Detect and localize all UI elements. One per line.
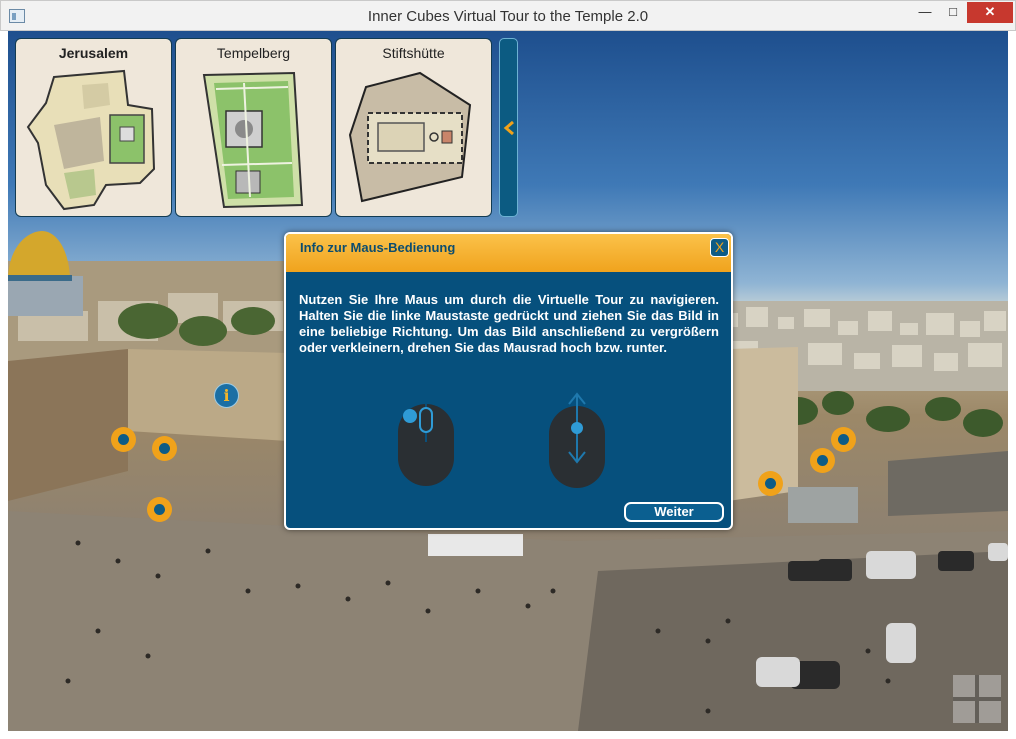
minimize-button[interactable]: — — [911, 2, 939, 23]
tour-hotspot[interactable] — [831, 427, 856, 452]
tour-hotspot[interactable] — [152, 436, 177, 461]
jerusalem-map-icon — [26, 69, 156, 211]
dialog-title: Info zur Maus-Bedienung — [300, 240, 456, 255]
map-card-tempelberg[interactable]: Tempelberg — [175, 38, 332, 217]
tour-hotspot[interactable] — [810, 448, 835, 473]
tour-hotspot[interactable] — [147, 497, 172, 522]
tour-hotspot[interactable] — [111, 427, 136, 452]
window-titlebar: Inner Cubes Virtual Tour to the Temple 2… — [0, 0, 1016, 31]
info-hotspot-icon[interactable]: i — [214, 383, 239, 408]
dialog-header: Info zur Maus-Bedienung X — [286, 234, 731, 272]
close-window-button[interactable]: ✕ — [967, 2, 1013, 23]
map-label: Tempelberg — [216, 45, 291, 61]
mouse-info-dialog: Info zur Maus-Bedienung X Nutzen Sie Ihr… — [284, 232, 733, 530]
chevron-left-icon — [503, 120, 514, 136]
maximize-button[interactable]: □ — [939, 2, 967, 23]
map-panel-toggle[interactable] — [499, 38, 518, 217]
map-card-stiftshuette[interactable]: Stiftshütte — [335, 38, 492, 217]
window-title: Inner Cubes Virtual Tour to the Temple 2… — [367, 8, 649, 25]
next-button[interactable]: Weiter — [624, 502, 724, 522]
map-label: Jerusalem — [58, 45, 129, 61]
stiftshuette-map-icon — [348, 71, 472, 203]
dialog-close-button[interactable]: X — [710, 238, 729, 257]
map-label: Stiftshütte — [382, 45, 445, 61]
mouse-left-click-icon — [398, 404, 454, 486]
mouse-wheel-icon — [549, 392, 605, 488]
dialog-body-text: Nutzen Sie Ihre Maus um durch die Virtue… — [299, 292, 719, 355]
tempelberg-map-icon — [202, 71, 304, 209]
map-card-jerusalem[interactable]: Jerusalem — [15, 38, 172, 217]
navigation-cross-icon[interactable] — [953, 675, 1001, 723]
tour-hotspot[interactable] — [758, 471, 783, 496]
